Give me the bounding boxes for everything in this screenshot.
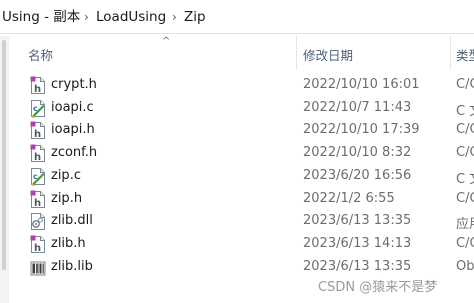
file-row[interactable]: zlib.dll 2023/6/13 13:35 应用 [10, 211, 474, 234]
file-name[interactable]: zip.c [51, 168, 81, 183]
file-modified-date: 2022/1/2 6:55 [303, 190, 395, 206]
file-type: 应用 [456, 217, 474, 233]
watermark-text: CSDN @猿来不是梦 [318, 280, 438, 295]
file-row[interactable]: c ioapi.c 2022/10/7 11:43 C 文 [10, 98, 474, 121]
svg-text:h: h [34, 84, 41, 95]
file-type: C/C [456, 190, 474, 206]
file-name[interactable]: zlib.lib [51, 259, 93, 274]
breadcrumb-separator-icon[interactable]: › [172, 8, 177, 26]
svg-text:h: h [34, 152, 41, 163]
sort-ascending-icon: ^ [162, 36, 171, 47]
file-row[interactable]: h ioapi.h 2022/10/10 17:39 C/C [10, 120, 474, 143]
column-divider[interactable] [450, 36, 451, 70]
column-header-type[interactable]: 类型 [456, 45, 474, 64]
breadcrumb-item-loadusing[interactable]: LoadUsing [96, 8, 166, 26]
file-modified-date: 2023/6/13 13:35 [303, 258, 412, 274]
file-type: C 文 [456, 103, 474, 119]
navigation-scrollbar-thumb[interactable] [2, 40, 6, 270]
file-type: C 文 [456, 171, 474, 187]
file-name[interactable]: crypt.h [51, 77, 97, 92]
breadcrumb-item-parent[interactable]: Using - 副本 [2, 8, 80, 26]
column-header-row: ^ 名称 修改日期 类型 [10, 36, 474, 70]
dll-file-icon [30, 212, 46, 231]
svg-text:h: h [34, 243, 41, 254]
file-modified-date: 2022/10/10 16:01 [303, 77, 420, 92]
file-modified-date: 2022/10/10 17:39 [303, 122, 420, 138]
file-name[interactable]: zlib.dll [51, 213, 93, 228]
lib-file-icon [30, 258, 46, 277]
file-type: C/C [456, 122, 474, 138]
header-file-icon: h [30, 144, 46, 163]
column-divider[interactable] [296, 36, 297, 70]
svg-text:h: h [34, 129, 41, 140]
file-row[interactable]: h zconf.h 2022/10/10 8:32 C/C [10, 143, 474, 166]
c-source-file-icon: c [30, 99, 46, 119]
breadcrumb-item-zip[interactable]: Zip [184, 8, 206, 26]
header-file-icon: h [30, 121, 46, 140]
address-bar[interactable]: Using - 副本 › LoadUsing › Zip [0, 0, 474, 34]
column-header-name[interactable]: 名称 [28, 45, 53, 64]
file-name[interactable]: zlib.h [51, 236, 86, 251]
svg-text:c: c [33, 104, 38, 113]
header-file-icon: h [30, 235, 46, 254]
c-source-file-icon: c [30, 167, 46, 187]
file-row[interactable]: h zlib.h 2023/6/13 14:13 C/C [10, 234, 474, 257]
file-modified-date: 2022/10/10 8:32 [303, 145, 412, 161]
file-name[interactable]: zconf.h [51, 145, 97, 160]
file-name[interactable]: ioapi.c [51, 100, 94, 115]
file-modified-date: 2023/6/13 13:35 [303, 213, 412, 229]
file-modified-date: 2022/10/7 11:43 [303, 99, 412, 115]
file-row[interactable]: h crypt.h 2022/10/10 16:01 C/C [10, 75, 474, 98]
column-header-date[interactable]: 修改日期 [303, 45, 353, 64]
file-row[interactable]: c zip.c 2023/6/20 16:56 C 文 [10, 166, 474, 189]
file-modified-date: 2023/6/20 16:56 [303, 167, 412, 183]
file-name[interactable]: ioapi.h [51, 122, 95, 137]
breadcrumb-separator-icon[interactable]: › [84, 8, 89, 26]
file-modified-date: 2023/6/13 14:13 [303, 235, 412, 251]
svg-text:h: h [34, 198, 41, 209]
header-file-icon: h [30, 76, 46, 95]
file-type: Obj [456, 258, 474, 274]
file-name[interactable]: zip.h [51, 191, 82, 206]
file-type: C/C [456, 77, 474, 92]
header-file-icon: h [30, 190, 46, 209]
file-type: C/C [456, 145, 474, 161]
svg-text:c: c [33, 172, 38, 181]
file-type: C/C [456, 235, 474, 251]
file-row[interactable]: h zip.h 2022/1/2 6:55 C/C [10, 189, 474, 212]
